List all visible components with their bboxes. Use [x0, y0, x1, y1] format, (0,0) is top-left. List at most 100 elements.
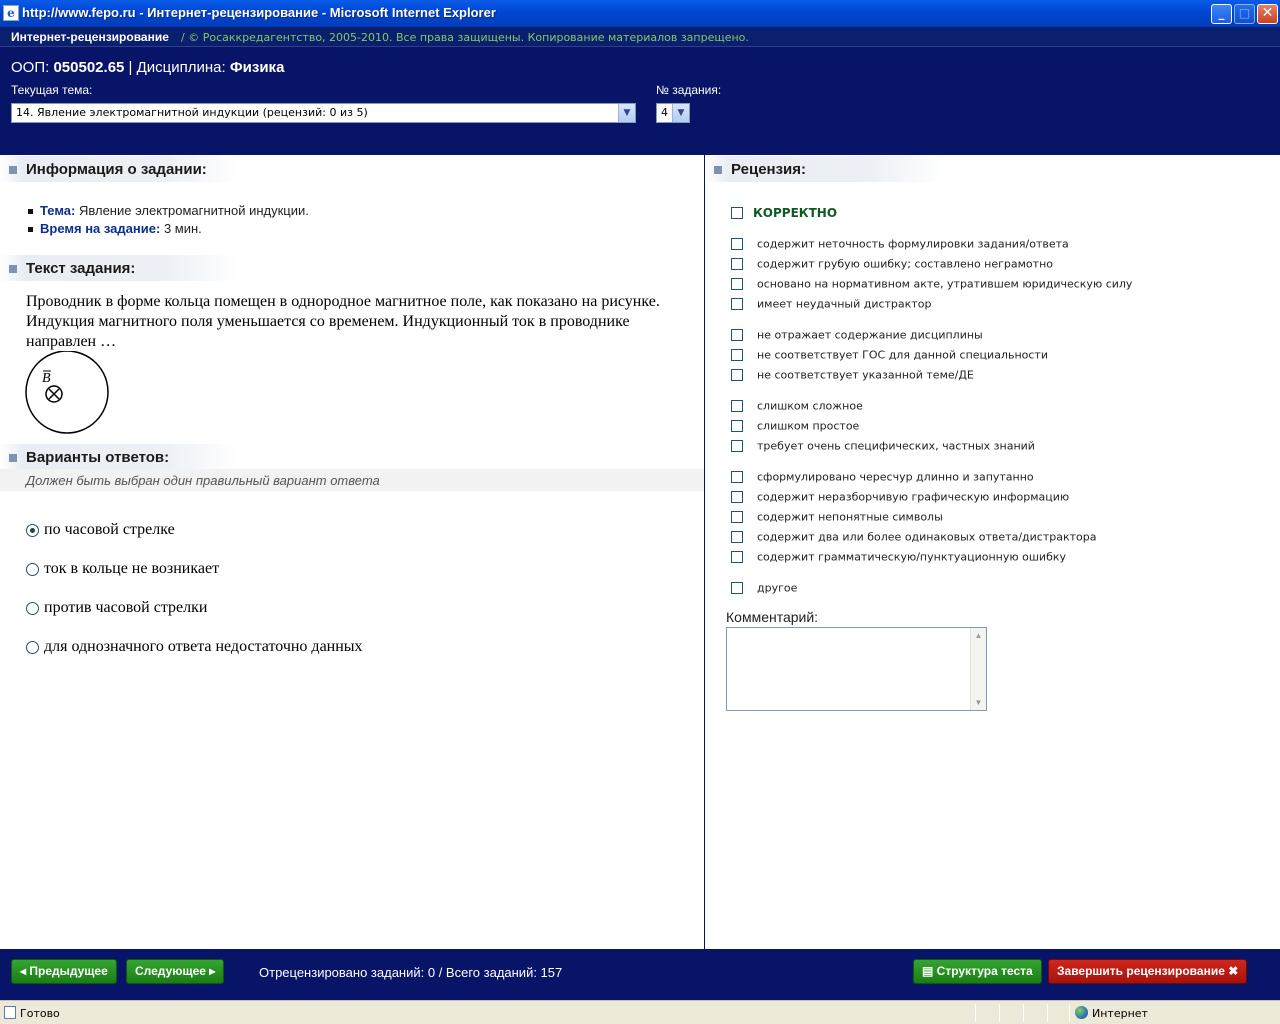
review-item-label: слишком сложное: [757, 399, 863, 413]
square-bullet-icon: [9, 166, 17, 174]
chevron-down-icon[interactable]: ▼: [672, 104, 689, 122]
topic-select[interactable]: 14. Явление электромагнитной индукции (р…: [11, 103, 636, 123]
checkbox[interactable]: [731, 297, 743, 310]
review-item[interactable]: содержит неточность формулировки задания…: [731, 235, 1069, 253]
checkbox[interactable]: [731, 419, 743, 432]
topic-label: Текущая тема:: [11, 83, 93, 97]
task-info-heading: Информация о задании:: [26, 161, 207, 178]
previous-button[interactable]: ◂ Предыдущее: [11, 959, 117, 984]
review-item[interactable]: слишком сложное: [731, 397, 863, 415]
checkbox[interactable]: [731, 257, 743, 270]
review-item-label: слишком простое: [757, 419, 860, 433]
comment-textarea[interactable]: ▲ ▼: [726, 627, 987, 711]
test-structure-button[interactable]: ▤ Структура теста: [913, 959, 1042, 984]
copyright-text: / © Росаккредагентство, 2005-2010. Все п…: [181, 31, 749, 44]
task-number-label: № задания:: [656, 83, 722, 97]
topic-select-value: 14. Явление электромагнитной индукции (р…: [16, 106, 368, 119]
brand-strip: Интернет-рецензирование / © Росаккредаге…: [0, 27, 1280, 47]
divider: [1023, 1004, 1024, 1022]
task-info-header: Информация о задании:: [0, 156, 240, 182]
task-number-value: 4: [661, 106, 668, 119]
review-item[interactable]: требует очень специфических, частных зна…: [731, 437, 1035, 455]
radio-selected[interactable]: [26, 523, 39, 537]
comment-label: Комментарий:: [726, 609, 819, 625]
footer-bar: ◂ Предыдущее Следующее ▸ Отрецензировано…: [0, 949, 1280, 1000]
topic-key: Тема:: [40, 203, 76, 218]
review-item[interactable]: содержит грамматическую/пунктуационную о…: [731, 548, 1066, 566]
review-correct-option[interactable]: КОРРЕКТНО: [731, 204, 837, 222]
scroll-down-icon[interactable]: ▼: [971, 695, 986, 710]
discipline-value: Физика: [229, 59, 285, 76]
square-bullet-icon: [9, 454, 17, 462]
review-item-label: содержит грамматическую/пунктуационную о…: [757, 550, 1067, 564]
review-item[interactable]: содержит два или более одинаковых ответа…: [731, 528, 1096, 546]
radio[interactable]: [26, 601, 39, 615]
review-item-label: имеет неудачный дистрактор: [757, 297, 932, 311]
next-button[interactable]: Следующее ▸: [126, 959, 225, 984]
answer-option[interactable]: для однозначного ответа недостаточно дан…: [26, 638, 363, 660]
scrollbar[interactable]: ▲ ▼: [970, 628, 986, 710]
variants-heading: Варианты ответов:: [26, 449, 170, 466]
checkbox[interactable]: [731, 328, 743, 341]
checkbox[interactable]: [731, 550, 743, 563]
variants-note-bar: Должен быть выбран один правильный вариа…: [0, 469, 704, 491]
checkbox[interactable]: [731, 277, 743, 290]
oop-discipline-line: ООП: 050502.65 | Дисциплина: Физика: [11, 59, 284, 76]
page-header: ООП: 050502.65 | Дисциплина: Физика Теку…: [0, 47, 1280, 155]
review-item[interactable]: сформулировано чересчур длинно и запутан…: [731, 468, 1034, 486]
checkbox[interactable]: [731, 530, 743, 543]
review-item-label: содержит два или более одинаковых ответа…: [757, 530, 1097, 544]
answer-option[interactable]: ток в кольце не возникает: [26, 560, 219, 582]
separator: |: [128, 59, 133, 76]
square-bullet-icon: [9, 265, 17, 273]
checkbox[interactable]: [731, 490, 743, 503]
review-item[interactable]: не соответствует указанной теме/ДЕ: [731, 366, 974, 384]
figure-b-label: B: [42, 371, 51, 386]
checkbox[interactable]: [731, 439, 743, 452]
checkbox[interactable]: [731, 206, 743, 219]
divider: [975, 1004, 976, 1022]
task-number-select[interactable]: 4 ▼: [656, 103, 690, 123]
window-title: http://www.fepo.ru - Интернет-рецензиров…: [22, 5, 496, 20]
window-titlebar: e http://www.fepo.ru - Интернет-рецензир…: [0, 0, 1280, 27]
checkbox[interactable]: [731, 581, 743, 594]
maximize-button[interactable]: □: [1234, 4, 1255, 24]
checkbox[interactable]: [731, 237, 743, 250]
checkbox[interactable]: [731, 510, 743, 523]
checkbox[interactable]: [731, 470, 743, 483]
radio[interactable]: [26, 562, 39, 576]
bullet-icon: [28, 227, 33, 233]
checkbox[interactable]: [731, 399, 743, 412]
review-header: Рецензия:: [705, 156, 945, 182]
review-item[interactable]: имеет неудачный дистрактор: [731, 295, 931, 313]
list-item: Тема: Явление электромагнитной индукции.: [28, 203, 309, 221]
review-item[interactable]: содержит грубую ошибку; составлено негра…: [731, 255, 1053, 273]
checkbox[interactable]: [731, 348, 743, 361]
review-item[interactable]: не отражает содержание дисциплины: [731, 326, 983, 344]
finish-review-button[interactable]: Завершить рецензирование ✖: [1048, 959, 1248, 984]
ie-page-icon: e: [3, 5, 19, 21]
answer-text: ток в кольце не возникает: [44, 560, 220, 577]
review-item[interactable]: содержит неразборчивую графическую инфор…: [731, 488, 1069, 506]
scroll-up-icon[interactable]: ▲: [971, 628, 986, 643]
answer-option[interactable]: по часовой стрелке: [26, 521, 175, 543]
review-item[interactable]: основано на нормативном акте, утратившем…: [731, 275, 1132, 293]
task-text-heading: Текст задания:: [26, 260, 136, 277]
review-item[interactable]: содержит непонятные символы: [731, 508, 943, 526]
review-item[interactable]: слишком простое: [731, 417, 859, 435]
minimize-button[interactable]: _: [1211, 4, 1232, 24]
checkbox[interactable]: [731, 368, 743, 381]
review-item[interactable]: не соответствует ГОС для данной специаль…: [731, 346, 1048, 364]
status-text: Готово: [20, 1007, 60, 1020]
answer-text: для однозначного ответа недостаточно дан…: [44, 638, 363, 655]
chevron-down-icon[interactable]: ▼: [618, 104, 635, 122]
topic-value: Явление электромагнитной индукции.: [78, 203, 309, 218]
review-item-label: содержит неразборчивую графическую инфор…: [757, 490, 1070, 504]
review-item-label: основано на нормативном акте, утратившем…: [757, 277, 1133, 291]
page-icon: [4, 1006, 16, 1019]
radio[interactable]: [26, 640, 39, 654]
review-item-label: содержит неточность формулировки задания…: [757, 237, 1069, 251]
close-button[interactable]: ✕: [1257, 4, 1278, 24]
review-item[interactable]: другое: [731, 579, 797, 597]
answer-option[interactable]: против часовой стрелки: [26, 599, 207, 621]
